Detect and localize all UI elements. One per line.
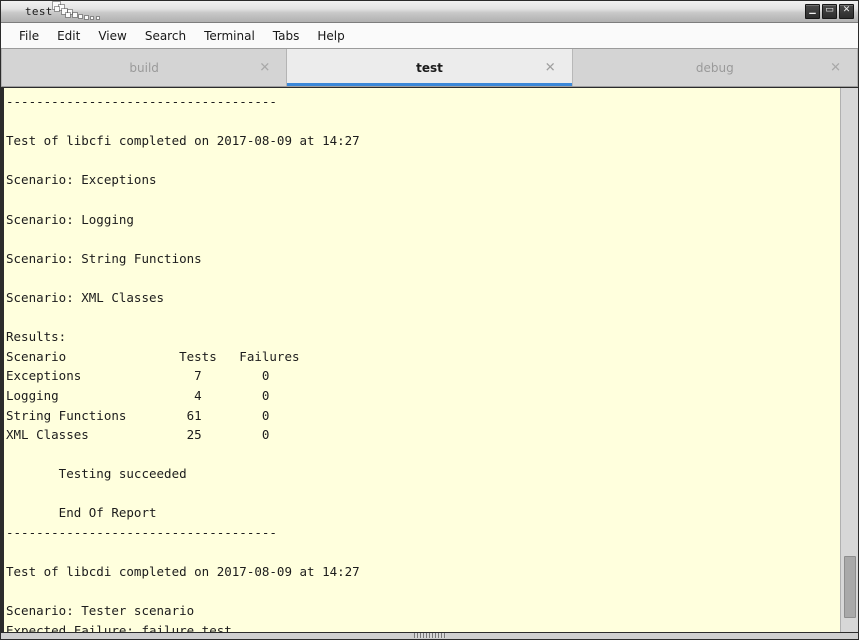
tab-bar: build ✕ test ✕ debug ✕ bbox=[1, 49, 858, 87]
terminal-window: test _ ▭ ✕ File Edit View Search Termina… bbox=[0, 0, 859, 640]
title-bar-left: test bbox=[1, 1, 805, 22]
terminal-output-text: ------------------------------------ Tes… bbox=[6, 94, 360, 632]
tab-debug-close-icon[interactable]: ✕ bbox=[830, 61, 841, 74]
tab-debug[interactable]: debug ✕ bbox=[572, 49, 858, 86]
terminal-output-pane[interactable]: ------------------------------------ Tes… bbox=[4, 88, 840, 632]
menu-item-edit[interactable]: Edit bbox=[48, 26, 89, 46]
minimize-button[interactable]: _ bbox=[805, 1, 820, 19]
menu-item-search[interactable]: Search bbox=[136, 26, 195, 46]
tab-build-close-icon[interactable]: ✕ bbox=[259, 61, 270, 74]
menu-item-help[interactable]: Help bbox=[308, 26, 353, 46]
menu-item-tabs[interactable]: Tabs bbox=[264, 26, 309, 46]
title-decoration-icon bbox=[53, 1, 113, 22]
vertical-scrollbar-thumb[interactable] bbox=[844, 555, 856, 618]
menu-bar: File Edit View Search Terminal Tabs Help bbox=[1, 23, 858, 49]
menu-item-terminal[interactable]: Terminal bbox=[195, 26, 264, 46]
minimize-icon: _ bbox=[809, 1, 816, 15]
vertical-scrollbar[interactable] bbox=[840, 88, 858, 632]
close-icon: ✕ bbox=[842, 5, 851, 15]
window-controls: _ ▭ ✕ bbox=[805, 1, 858, 19]
maximize-icon: ▭ bbox=[825, 5, 834, 15]
tab-test[interactable]: test ✕ bbox=[287, 49, 573, 86]
close-button[interactable]: ✕ bbox=[839, 4, 854, 19]
menu-item-file[interactable]: File bbox=[10, 26, 48, 46]
tab-build[interactable]: build ✕ bbox=[1, 49, 288, 86]
tab-test-label: test bbox=[416, 60, 443, 75]
title-bar[interactable]: test _ ▭ ✕ bbox=[1, 1, 858, 23]
terminal-area: ------------------------------------ Tes… bbox=[1, 87, 858, 632]
tab-test-close-icon[interactable]: ✕ bbox=[545, 61, 556, 74]
window-bottom-strip bbox=[1, 632, 858, 639]
window-title: test bbox=[25, 5, 53, 18]
tab-build-label: build bbox=[129, 60, 159, 75]
resize-grip[interactable] bbox=[413, 633, 446, 638]
menu-item-view[interactable]: View bbox=[89, 26, 135, 46]
maximize-button[interactable]: ▭ bbox=[822, 4, 837, 19]
tab-debug-label: debug bbox=[695, 60, 734, 75]
